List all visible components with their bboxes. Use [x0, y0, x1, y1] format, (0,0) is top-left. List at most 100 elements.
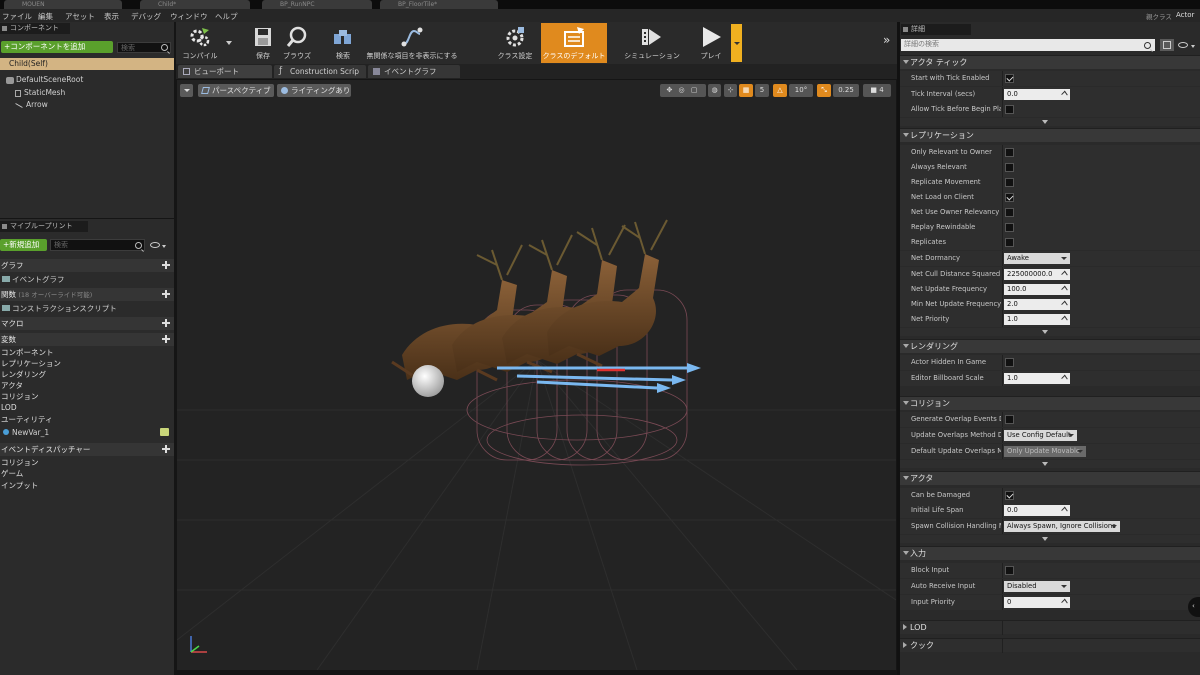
advanced-expand-icon[interactable] [900, 328, 1200, 336]
section-cook[interactable]: クック [900, 638, 1200, 652]
scale-snap-value[interactable]: 0.25 [833, 84, 859, 97]
file-tab[interactable]: BP_FloorTile* [380, 0, 498, 9]
property-matrix-button[interactable] [1160, 39, 1174, 51]
components-header[interactable]: コンポーネント [0, 23, 70, 34]
min-net-update-frequency-input[interactable]: 2.0 [1004, 299, 1070, 310]
menu-asset[interactable]: アセット [65, 11, 95, 22]
section-variables[interactable]: 変数 [0, 333, 174, 346]
add-variable-icon[interactable] [162, 335, 170, 343]
tree-item-scene-root[interactable]: DefaultSceneRoot [6, 75, 83, 84]
update-overlaps-method-dropdown[interactable]: Use Config Default [1004, 430, 1077, 441]
file-tab[interactable]: Child* [140, 0, 250, 9]
play-options-button[interactable] [731, 24, 742, 62]
file-tab[interactable]: BP_RunNPC [262, 0, 372, 9]
surface-snap-button[interactable]: ⊹ [724, 84, 737, 97]
tab-viewport[interactable]: ビューポート [178, 65, 272, 78]
menu-debug[interactable]: デバッグ [131, 11, 161, 22]
section-actor[interactable]: アクタ [900, 471, 1200, 485]
block-input-checkbox[interactable] [1005, 566, 1014, 575]
advanced-expand-icon[interactable] [900, 118, 1200, 126]
net-dormancy-dropdown[interactable]: Awake [1004, 253, 1070, 264]
dispatcher-category[interactable]: インプット [1, 480, 38, 491]
lighting-button[interactable]: ライティングあり [277, 84, 351, 97]
chevron-down-icon[interactable] [1191, 45, 1195, 48]
compile-options-chevron-icon[interactable] [226, 41, 232, 45]
menu-help[interactable]: ヘルプ [215, 11, 238, 22]
advanced-expand-icon[interactable] [900, 535, 1200, 543]
class-defaults-button[interactable]: クラスのデフォルト [541, 23, 607, 63]
eye-icon[interactable] [150, 242, 160, 248]
rotation-snap-value[interactable]: 10° [789, 84, 813, 97]
construction-script-item[interactable]: コンストラクションスクリプト [2, 303, 117, 314]
tick-interval-input[interactable]: 0.0 [1004, 89, 1070, 100]
net-update-frequency-input[interactable]: 100.0 [1004, 284, 1070, 295]
class-settings-button[interactable]: クラス設定 [492, 23, 538, 63]
menu-edit[interactable]: 編集 [38, 11, 53, 22]
grid-snap-value[interactable]: 5 [755, 84, 769, 97]
tab-event-graph[interactable]: イベントグラフ [368, 65, 460, 78]
viewport[interactable]: パースペクティブ ライティングあり ✥ ◎ ▢ ◍ ⊹ ▦ 5 △ 10° ⤡ … [177, 80, 896, 670]
compile-button[interactable]: コンパイル [178, 23, 222, 63]
tree-item-arrow[interactable]: Arrow [15, 100, 48, 109]
net-priority-input[interactable]: 1.0 [1004, 314, 1070, 325]
net-cull-distance-input[interactable]: 225000000.0 [1004, 269, 1070, 280]
my-blueprint-header[interactable]: マイブループリント [0, 221, 88, 232]
add-component-button[interactable]: +コンポーネントを追加 [1, 41, 113, 53]
scale-snap-toggle[interactable]: ⤡ [817, 84, 831, 97]
hide-unrelated-button[interactable]: 無関係な項目を非表示にする [362, 23, 462, 63]
transform-tools[interactable]: ✥ ◎ ▢ [660, 84, 706, 97]
simulation-button[interactable]: シミュレーション [620, 23, 684, 63]
variable-category[interactable]: コンポーネント [1, 347, 54, 358]
replicates-checkbox[interactable] [1005, 238, 1014, 247]
tree-item-static-mesh[interactable]: StaticMesh [15, 88, 65, 97]
only-relevant-to-owner-checkbox[interactable] [1005, 148, 1014, 157]
eye-icon[interactable] [1178, 42, 1188, 48]
section-actor-tick[interactable]: アクタ ティック [900, 55, 1200, 69]
section-functions[interactable]: 関数 (18 オーバーライド可能) [0, 288, 174, 301]
spawn-collision-handling-dropdown[interactable]: Always Spawn, Ignore Collisions [1004, 521, 1120, 532]
menu-window[interactable]: ウィンドウ [170, 11, 208, 22]
section-input[interactable]: 入力 [900, 546, 1200, 560]
generate-overlap-events-checkbox[interactable] [1005, 415, 1014, 424]
find-button[interactable]: 検索 [326, 23, 360, 63]
tab-construction-script[interactable]: ƒ Construction Scrip [274, 65, 366, 78]
grid-snap-toggle[interactable]: ▦ [739, 84, 753, 97]
auto-receive-input-dropdown[interactable]: Disabled [1004, 581, 1070, 592]
file-tab[interactable]: MOUEN [4, 0, 122, 9]
dispatcher-category[interactable]: コリジョン [1, 457, 39, 468]
browse-button[interactable]: ブラウズ [280, 23, 314, 63]
add-new-button[interactable]: +新規追加 [0, 239, 47, 251]
camera-speed-button[interactable]: ■ 4 [863, 84, 891, 97]
section-lod[interactable]: LOD [900, 620, 1200, 634]
allow-tick-before-begin-play-checkbox[interactable] [1005, 105, 1014, 114]
section-replication[interactable]: レプリケーション [900, 128, 1200, 142]
actor-hidden-in-game-checkbox[interactable] [1005, 358, 1014, 367]
variable-category[interactable]: コリジョン [1, 391, 39, 402]
can-be-damaged-checkbox[interactable] [1005, 491, 1014, 500]
save-button[interactable]: 保存 [248, 23, 278, 63]
input-priority-input[interactable]: 0 [1004, 597, 1070, 608]
play-button[interactable]: プレイ [694, 23, 728, 63]
add-dispatcher-icon[interactable] [162, 445, 170, 453]
variable-category[interactable]: レプリケーション [1, 358, 61, 369]
section-macros[interactable]: マクロ [0, 317, 174, 330]
variable-category[interactable]: LOD [1, 403, 17, 412]
editor-billboard-scale-input[interactable]: 1.0 [1004, 373, 1070, 384]
start-with-tick-enabled-checkbox[interactable] [1005, 74, 1014, 83]
blueprint-search-input[interactable]: 検索 [50, 239, 145, 251]
viewport-options-button[interactable] [180, 84, 193, 97]
section-dispatchers[interactable]: イベントディスパッチャー [0, 443, 174, 456]
variable-category[interactable]: ユーティリティ [1, 414, 53, 425]
initial-life-span-input[interactable]: 0.0 [1004, 505, 1070, 516]
add-function-icon[interactable] [162, 290, 170, 298]
details-search-input[interactable]: 詳細の検索 [901, 39, 1155, 51]
variable-item-newvar[interactable]: NewVar_1 [3, 428, 174, 437]
perspective-button[interactable]: パースペクティブ [198, 84, 274, 97]
net-use-owner-relevancy-checkbox[interactable] [1005, 208, 1014, 217]
event-graph-item[interactable]: イベントグラフ [2, 274, 65, 285]
section-rendering[interactable]: レンダリング [900, 339, 1200, 353]
add-graph-icon[interactable] [162, 261, 170, 269]
coordinate-space-button[interactable]: ◍ [708, 84, 721, 97]
chevron-down-icon[interactable] [162, 245, 166, 248]
advanced-expand-icon[interactable] [900, 460, 1200, 468]
